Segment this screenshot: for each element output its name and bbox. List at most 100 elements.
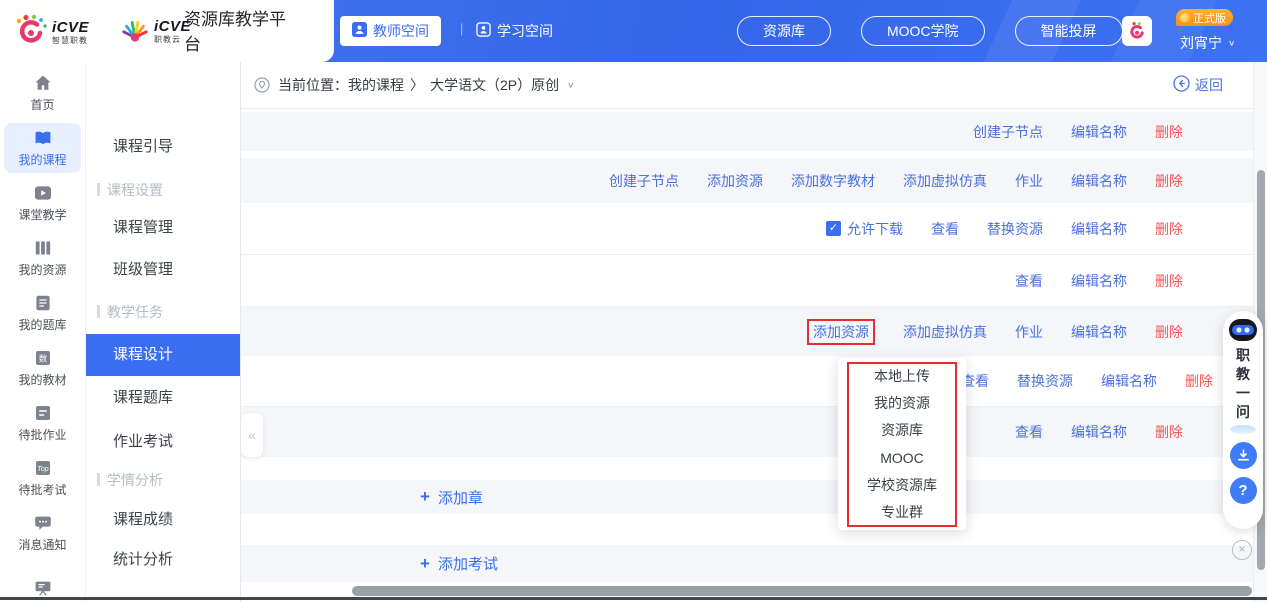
sidebar-item-label: 待批作业 [18,426,66,443]
icve-fan-icon [120,13,150,50]
play-icon [33,183,53,203]
close-widget-button[interactable]: × [1232,540,1252,560]
sidebar-item-label: 首页 [30,96,54,113]
header-links: 资源库 MOOC学院智能投屏 [737,16,1123,46]
back-button[interactable]: 返回 [1173,75,1223,95]
action-delete[interactable]: 删除 [1155,322,1183,342]
content-row-3: ✓允许下载 查看 替换资源 编辑名称 删除 [240,203,1253,255]
sidebar-item-label: 我的教材 [18,371,66,388]
header-link-mooc-academy[interactable]: MOOC学院 [861,16,985,46]
sidebar-item-my-question-bank[interactable]: 我的题库 [4,288,81,338]
action-view[interactable]: 查看 [931,219,959,239]
menu-item-course-design[interactable]: 课程设计 [85,334,240,376]
icve-zhijiaoyun-logo: iCVE职教云 [120,13,191,50]
breadcrumb-current[interactable]: 大学语文（2P）原创 [430,75,559,95]
menu-item-homework-exam[interactable]: 作业考试 [85,422,240,462]
header-link-smart-cast[interactable]: 智能投屏 [1015,16,1123,46]
app-header: iCVE智慧职教 iCVE职教云 资源库教学平台 教师空间 | 学习空间 资源库… [0,0,1267,62]
back-label: 返回 [1195,75,1223,95]
action-view[interactable]: 查看 [1015,271,1043,291]
menu-item-statistics[interactable]: 统计分析 [85,540,240,580]
action-create-child-node[interactable]: 创建子节点 [973,122,1043,142]
action-add-virtual-simulation[interactable]: 添加虚拟仿真 [903,171,987,191]
content-row-5: 添加资源 添加虚拟仿真 作业 编辑名称 删除 [240,307,1253,356]
menu-item-course-guide[interactable]: 课程引导 [85,127,240,167]
menu-item-course-question-bank[interactable]: 课程题库 [85,378,240,418]
action-edit-name[interactable]: 编辑名称 [1071,271,1127,291]
sidebar-item-messages[interactable]: 消息通知 [4,508,81,558]
action-edit-name[interactable]: 编辑名称 [1071,322,1127,342]
download-button[interactable] [1230,442,1257,469]
action-edit-name[interactable]: 编辑名称 [1101,371,1157,391]
action-edit-name[interactable]: 编辑名称 [1071,122,1127,142]
collapse-handle[interactable]: « [240,412,264,458]
cloud-icon [1230,425,1256,434]
action-delete[interactable]: 删除 [1155,171,1183,191]
menu-item-learning-analysis-section: 学情分析 [85,460,240,500]
action-homework[interactable]: 作业 [1015,322,1043,342]
question-mark-icon: ? [1238,482,1247,499]
sidebar-item-pending-homework[interactable]: 待批作业 [4,398,81,448]
sidebar-item-my-courses[interactable]: 我的课程 [4,123,81,173]
action-add-resource[interactable]: 添加资源 [807,319,875,345]
action-add-resource[interactable]: 添加资源 [707,171,763,191]
window-bottom-edge [0,597,1267,600]
menu-item-course-settings-section: 课程设置 [85,170,240,210]
sidebar-item-pending-exams[interactable]: Top待批考试 [4,453,81,503]
action-delete[interactable]: 删除 [1155,219,1183,239]
sidebar-item-my-resources[interactable]: 我的资源 [4,233,81,283]
user-menu[interactable]: 刘宵宁 ∨ [1180,33,1235,53]
assistant-widget[interactable]: 职教一问 ? [1223,311,1263,529]
breadcrumb-separator: 〉 [410,75,424,95]
add-chapter-row[interactable]: + 添加章 [240,480,1253,514]
action-delete[interactable]: 删除 [1155,122,1183,142]
dropdown-item-mooc[interactable]: MOOC [838,446,966,470]
header-link-resource-library[interactable]: 资源库 [737,16,831,46]
content-row-1: 创建子节点 编辑名称 删除 [240,112,1253,151]
help-button[interactable]: ? [1230,477,1257,504]
action-edit-name[interactable]: 编辑名称 [1071,171,1127,191]
student-space-tab[interactable]: 学习空间 [476,16,553,46]
action-homework[interactable]: 作业 [1015,171,1043,191]
dropdown-item-major-group[interactable]: 专业群 [838,500,966,524]
menu-item-course-management[interactable]: 课程管理 [85,208,240,248]
action-replace-resource[interactable]: 替换资源 [987,219,1043,239]
breadcrumb-parent[interactable]: 我的课程 [348,75,404,95]
sidebar-item-label: 消息通知 [18,536,66,553]
chevron-down-icon[interactable]: ∨ [567,81,574,90]
action-add-digital-textbook[interactable]: 添加数字教材 [791,171,875,191]
icve-zhihuizhijiao-logo: iCVE智慧职教 [14,13,89,52]
menu-item-class-management[interactable]: 班级管理 [85,250,240,290]
dropdown-item-my-resources[interactable]: 我的资源 [838,391,966,415]
action-delete[interactable]: 删除 [1155,271,1183,291]
add-exam-row[interactable]: + 添加考试 [240,545,1253,582]
sidebar-item-label: 待批考试 [18,481,66,498]
action-edit-name[interactable]: 编辑名称 [1071,219,1127,239]
action-delete[interactable]: 删除 [1185,371,1213,391]
horizontal-scrollbar-thumb[interactable] [352,586,1252,596]
dropdown-item-local-upload[interactable]: 本地上传 [838,364,966,388]
breadcrumb-prefix: 当前位置： [278,75,348,95]
avatar[interactable] [1122,16,1152,46]
teacher-space-tab[interactable]: 教师空间 [340,16,441,46]
sidebar-item-label: 我的课程 [18,151,66,168]
student-icon [476,22,491,40]
action-create-child-node[interactable]: 创建子节点 [609,171,679,191]
dropdown-item-resource-library[interactable]: 资源库 [838,418,966,442]
sidebar-item-home[interactable]: 首页 [4,68,81,118]
action-replace-resource[interactable]: 替换资源 [1017,371,1073,391]
sidebar-item-classroom-teaching[interactable]: 课堂教学 [4,178,81,228]
action-delete[interactable]: 删除 [1155,422,1183,442]
dropdown-items: 本地上传我的资源资源库 MOOC 学校资源库专业群 [838,364,966,524]
sidebar-item-my-textbooks[interactable]: 数我的教材 [4,343,81,393]
home-icon [33,73,53,93]
icve-swirl-icon [14,13,48,52]
medal-icon [1180,13,1190,23]
menu-item-course-grades[interactable]: 课程成绩 [85,500,240,540]
svg-text:数: 数 [38,353,47,363]
action-add-virtual-simulation[interactable]: 添加虚拟仿真 [903,322,987,342]
dropdown-item-school-resource-library[interactable]: 学校资源库 [838,473,966,497]
allow-download-toggle[interactable]: ✓允许下载 [826,219,903,239]
action-view[interactable]: 查看 [1015,422,1043,442]
action-edit-name[interactable]: 编辑名称 [1071,422,1127,442]
